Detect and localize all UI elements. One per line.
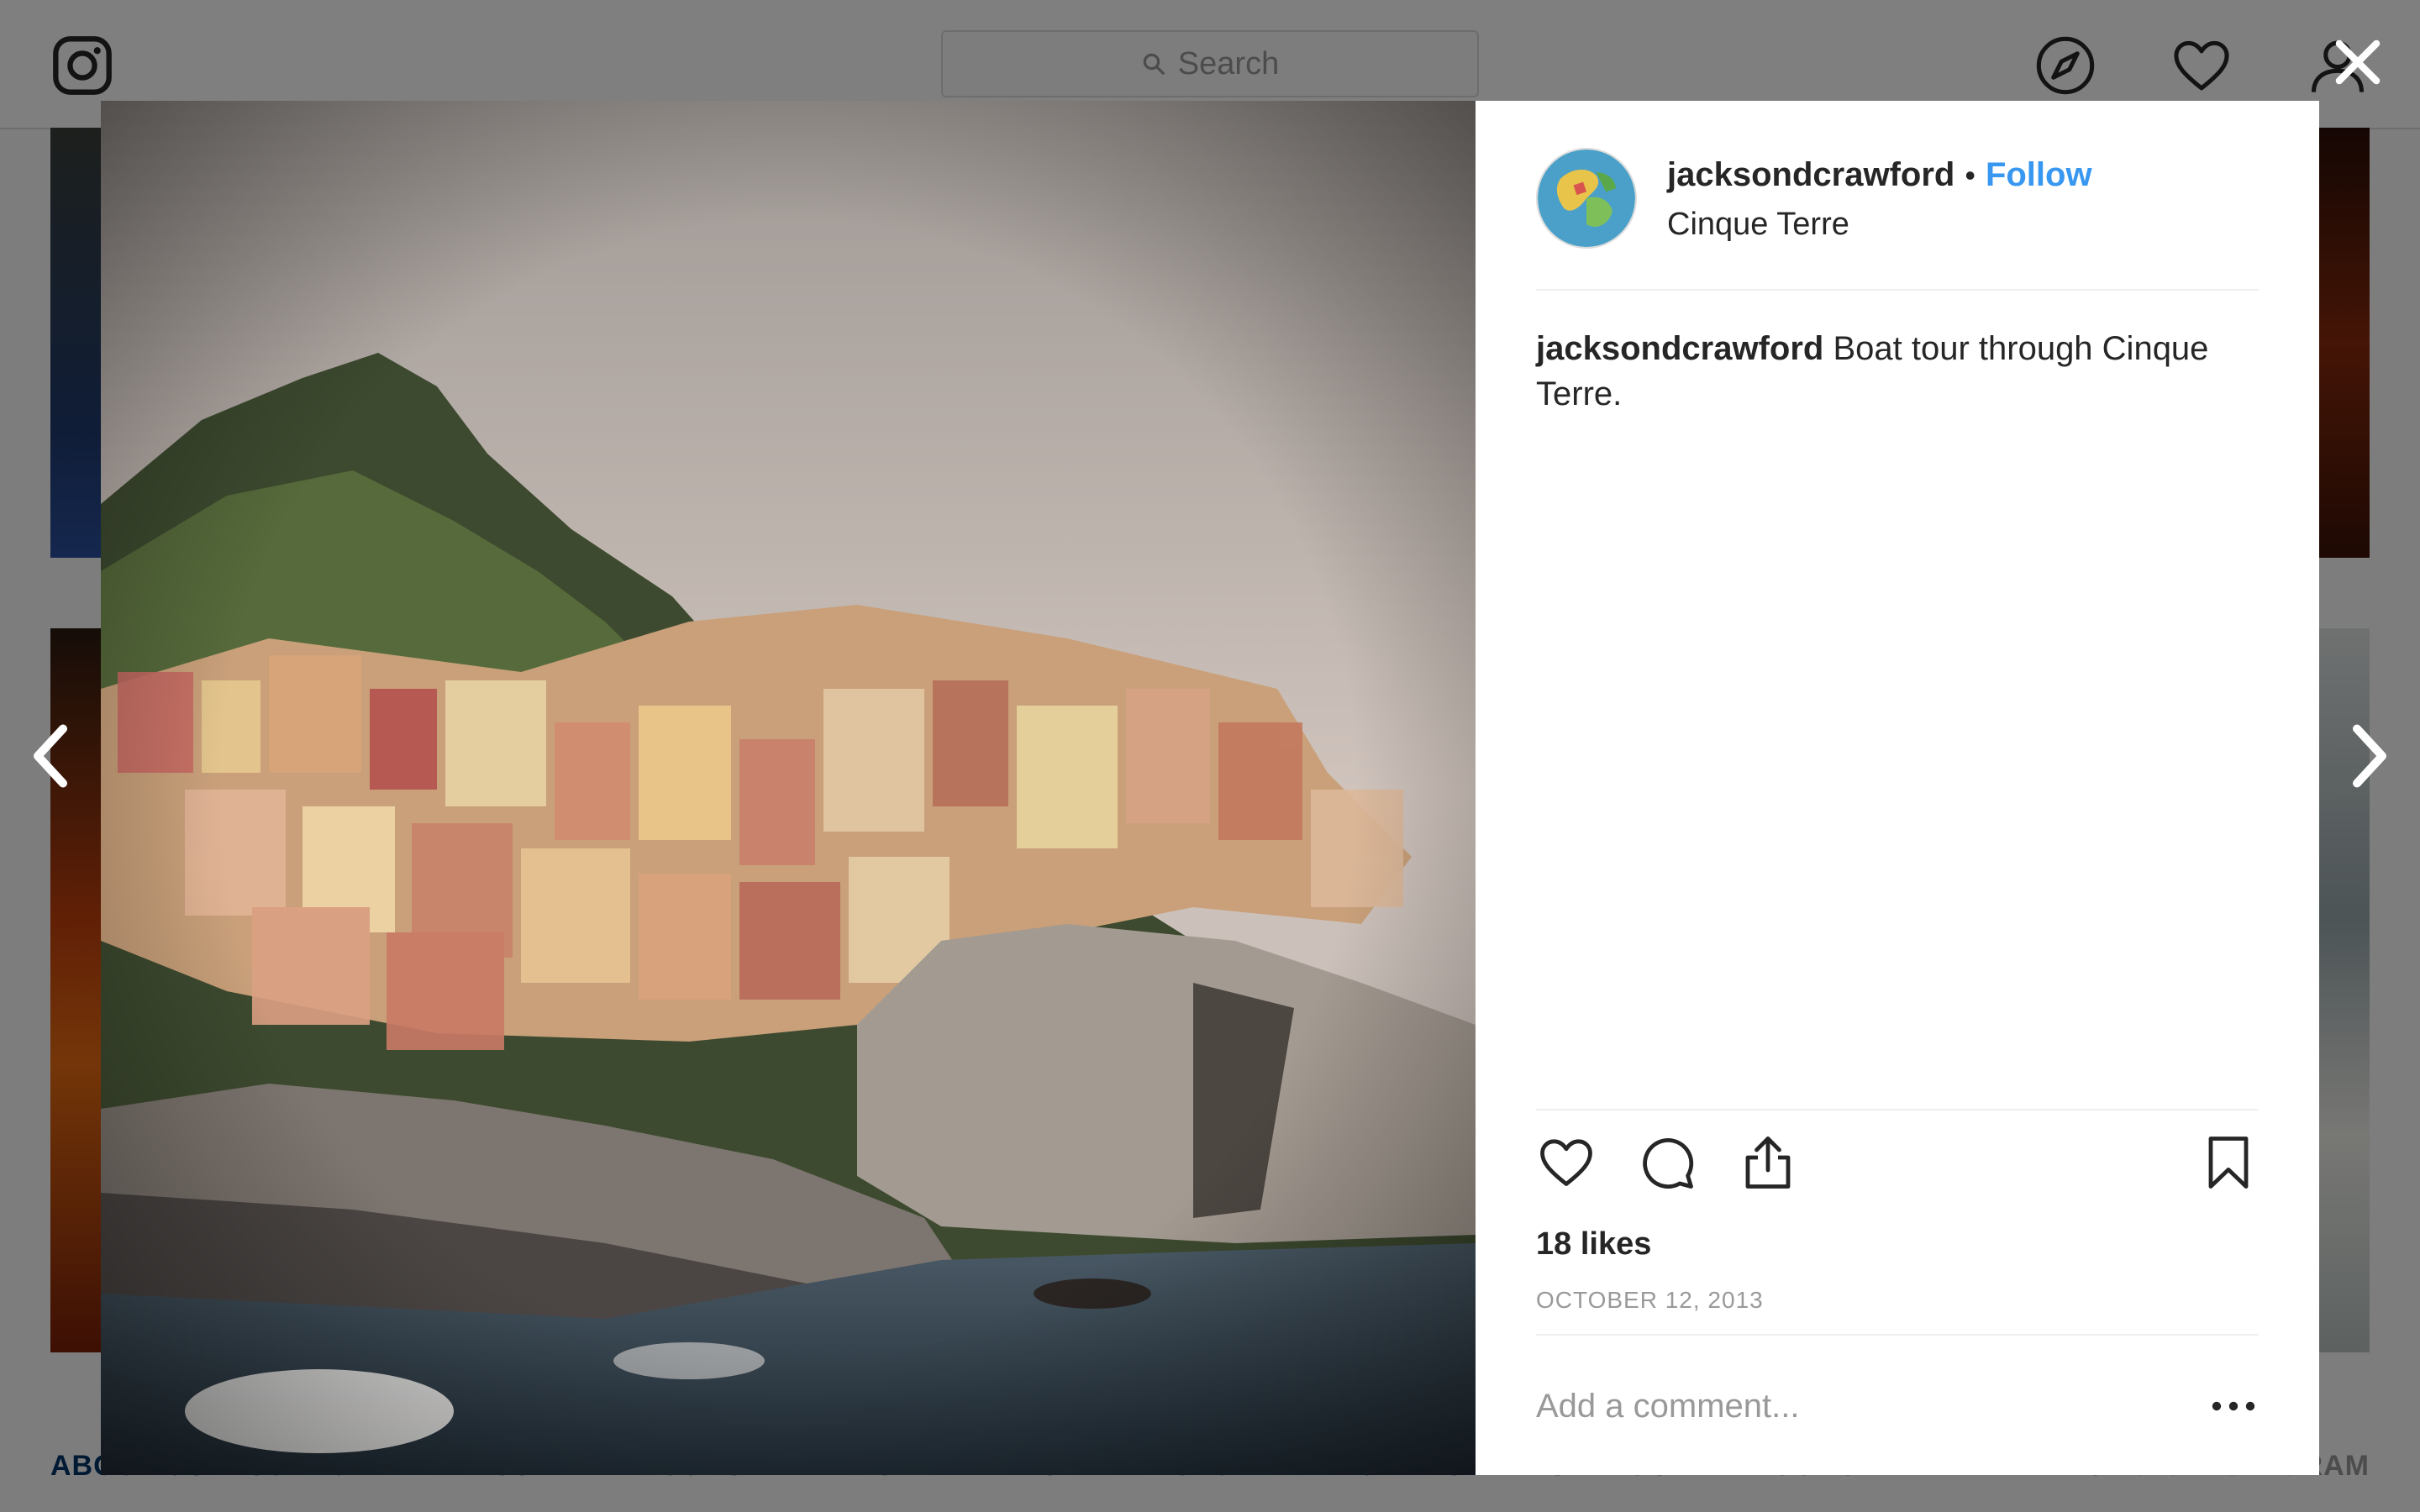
- share-icon[interactable]: [1738, 1132, 1798, 1193]
- post-date: OCTOBER 12, 2013: [1536, 1287, 1764, 1313]
- bookmark-icon[interactable]: [2198, 1132, 2259, 1193]
- caption-username[interactable]: jacksondcrawford: [1536, 330, 1823, 367]
- post-caption: jacksondcrawford Boat tour through Cinqu…: [1536, 326, 2259, 417]
- action-bar: [1536, 1109, 2259, 1211]
- cinque-terre-photo: [101, 101, 1476, 1475]
- avatar[interactable]: [1536, 148, 1637, 249]
- globe-avatar-icon: [1538, 150, 1635, 247]
- location-link[interactable]: Cinque Terre: [1667, 207, 1849, 243]
- chevron-right-icon[interactable]: [2344, 722, 2395, 790]
- comment-icon[interactable]: [1637, 1132, 1697, 1193]
- comment-input[interactable]: [1536, 1379, 2175, 1433]
- like-heart-icon[interactable]: [1536, 1132, 1597, 1193]
- username-row: jacksondcrawford • Follow: [1667, 156, 2092, 194]
- post-photo[interactable]: [101, 101, 1476, 1475]
- chevron-left-icon[interactable]: [25, 722, 76, 790]
- separator-dot: •: [1965, 157, 1975, 192]
- post-header: jacksondcrawford • Follow Cinque Terre: [1536, 148, 2259, 291]
- close-icon[interactable]: [2326, 30, 2390, 94]
- follow-button[interactable]: Follow: [1986, 156, 2092, 194]
- username-link[interactable]: jacksondcrawford: [1667, 156, 1954, 194]
- post-sidebar: jacksondcrawford • Follow Cinque Terre j…: [1476, 101, 2319, 1475]
- post-modal: jacksondcrawford • Follow Cinque Terre j…: [101, 101, 2319, 1475]
- comment-section: [1536, 1334, 2259, 1477]
- more-options-icon[interactable]: [2208, 1389, 2259, 1423]
- likes-count[interactable]: 18 likes: [1536, 1226, 1651, 1263]
